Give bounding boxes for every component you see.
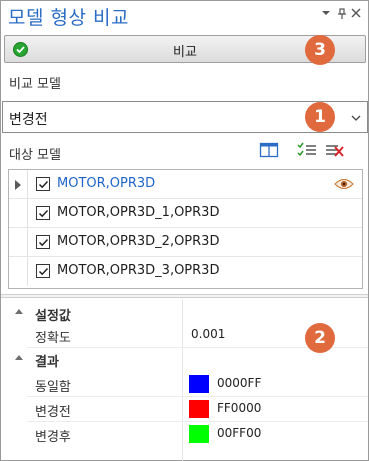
settings-category[interactable]: 설정값: [1, 302, 368, 324]
list-item[interactable]: MOTOR,OPR3D: [9, 170, 362, 199]
source-model-selected: 변경전: [9, 112, 48, 128]
step-badge-1: 1: [305, 102, 335, 132]
property-name: 정확도: [35, 331, 71, 346]
color-swatch[interactable]: [189, 425, 209, 443]
check-list-icon[interactable]: [297, 141, 317, 159]
close-icon[interactable]: [349, 8, 363, 22]
eye-icon[interactable]: [334, 178, 354, 190]
property-name: 변경후: [35, 430, 71, 445]
property-row[interactable]: 변경후 00FF00: [1, 422, 368, 446]
property-value[interactable]: 00FF00: [217, 426, 261, 440]
model-label: MOTOR,OPR3D_1,OPR3D: [57, 205, 220, 220]
target-model-list: MOTOR,OPR3D MOTOR,OPR3D_1,OPR3D MOTOR,OP…: [8, 169, 363, 289]
chevron-down-icon: [351, 115, 361, 121]
title-bar: 모델 형상 비교: [1, 1, 368, 33]
list-item[interactable]: MOTOR,OPR3D_1,OPR3D: [9, 199, 362, 228]
target-model-label: 대상 모델: [9, 148, 61, 163]
result-category-label: 결과: [35, 355, 59, 370]
layout-icon[interactable]: [259, 141, 279, 159]
model-checkbox[interactable]: [36, 206, 50, 220]
collapse-icon[interactable]: [15, 309, 23, 314]
model-checkbox[interactable]: [36, 177, 50, 191]
property-value[interactable]: FF0000: [217, 401, 261, 415]
model-checkbox[interactable]: [36, 235, 50, 249]
clear-list-icon[interactable]: [325, 141, 345, 159]
model-label: MOTOR,OPR3D_3,OPR3D: [57, 263, 220, 278]
property-name: 변경전: [35, 405, 71, 420]
property-value[interactable]: 0.001: [191, 327, 225, 341]
step-badge-2: 2: [305, 323, 335, 353]
dropdown-menu-icon[interactable]: [319, 8, 333, 22]
color-swatch[interactable]: [189, 375, 209, 393]
model-label: MOTOR,OPR3D_2,OPR3D: [57, 234, 220, 249]
pin-icon[interactable]: [335, 8, 349, 22]
source-model-label: 비교 모델: [9, 77, 61, 92]
list-item[interactable]: MOTOR,OPR3D_2,OPR3D: [9, 228, 362, 257]
model-checkbox[interactable]: [36, 264, 50, 278]
panel-splitter[interactable]: [1, 294, 368, 298]
collapse-icon[interactable]: [15, 355, 23, 360]
property-row[interactable]: 동일함 0000FF: [1, 372, 368, 396]
model-label: MOTOR,OPR3D: [57, 176, 156, 191]
color-swatch[interactable]: [189, 400, 209, 418]
current-row-indicator-icon: [15, 180, 21, 190]
panel-title: 모델 형상 비교: [8, 7, 129, 29]
step-badge-3: 3: [305, 35, 335, 65]
model-shape-compare-panel: 모델 형상 비교 비교 3 비교 모델 변경전 1 대상 모델 MOTOR,OP…: [0, 0, 369, 461]
property-row[interactable]: 변경전 FF0000: [1, 397, 368, 421]
property-name: 동일함: [35, 380, 71, 395]
settings-category-label: 설정값: [35, 309, 71, 324]
property-value[interactable]: 0000FF: [217, 376, 261, 390]
list-item[interactable]: MOTOR,OPR3D_3,OPR3D: [9, 257, 362, 286]
